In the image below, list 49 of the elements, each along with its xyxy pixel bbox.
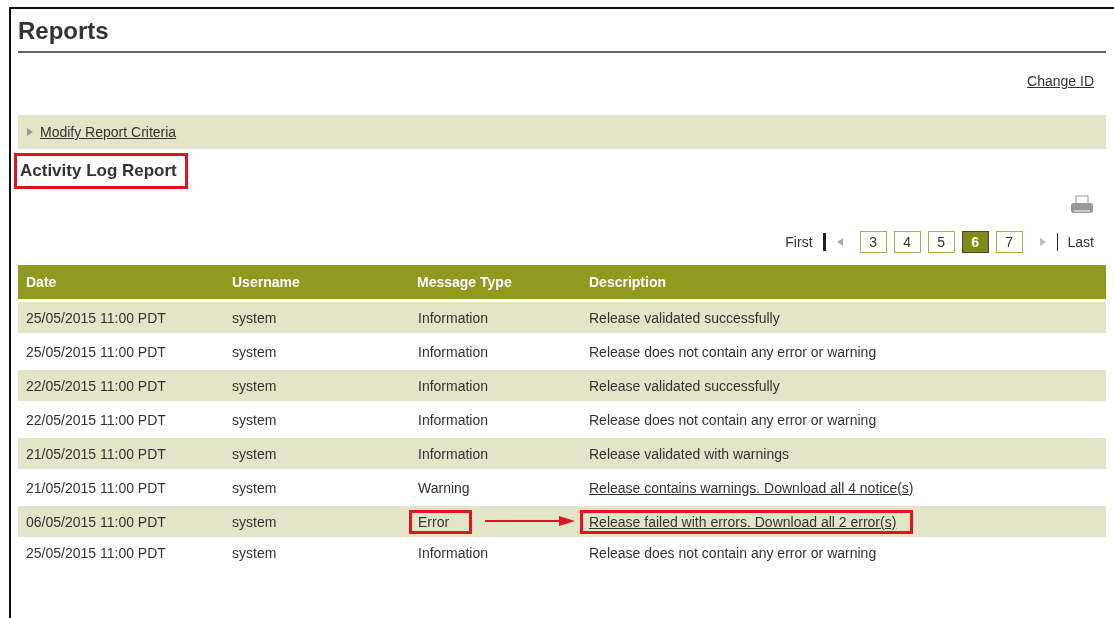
message-type-cell-text: Information [417,308,490,328]
date-cell: 06/05/2015 11:00 PDT [26,513,166,530]
last-page-link[interactable]: Last [1067,234,1094,250]
modify-criteria-link[interactable]: Modify Report Criteria [40,124,177,140]
description-cell: Release does not contain any error or warning [589,411,877,428]
username-cell: system [232,411,277,428]
download-link[interactable]: Release failed with errors. Download all 2 error(s) [580,509,914,534]
description-cell: Release does not contain any error or warning [589,545,877,561]
page-number[interactable]: 6 [961,231,989,253]
description-cell: Release validated successfully [589,309,780,326]
message-type-cell: Error [409,509,473,534]
description-cell: Release validated successfully [589,377,780,394]
date-cell: 21/05/2015 11:00 PDT [26,445,166,462]
username-cell: system [232,343,277,360]
date-cell: 22/05/2015 11:00 PDT [26,411,166,428]
date-cell: 21/05/2015 11:00 PDT [26,479,166,496]
column-header: Description [581,265,1106,301]
username-cell: system [232,545,277,561]
username-cell: system [232,377,277,394]
page-number[interactable]: 3 [859,231,887,253]
download-link[interactable]: Release contains warnings. Download all 4 notice(s) [580,475,931,500]
message-type-cell-text: Warning [417,478,471,498]
change-id-link[interactable]: Change ID [1027,73,1094,99]
date-cell: 22/05/2015 11:00 PDT [26,377,166,394]
date-cell: 25/05/2015 11:00 PDT [26,545,166,561]
page-number[interactable]: 4 [893,231,921,253]
username-cell: system [232,445,277,462]
message-type-cell-text: Information [417,544,490,563]
message-type-cell-text: Information [417,410,490,430]
report-title: Activity Log Report [14,153,188,189]
previous-page-icon[interactable] [835,237,844,247]
message-type-cell-text: Information [417,376,490,396]
first-page-link[interactable]: First [785,234,813,250]
date-cell: 25/05/2015 11:00 PDT [26,343,166,360]
username-cell: system [232,513,277,530]
column-header: Message Type [409,265,581,301]
page-number[interactable]: 5 [927,231,955,253]
message-type-cell-text: Information [417,444,490,464]
date-cell: 25/05/2015 11:00 PDT [26,309,166,326]
next-page-icon[interactable] [1038,237,1047,247]
description-cell: Release validated with warnings [589,445,789,462]
column-header: Username [224,265,409,301]
username-cell: system [232,479,277,496]
page-number[interactable]: 7 [995,231,1023,253]
message-type-cell-text: Information [417,342,490,362]
page-title: Reports [18,9,1106,53]
column-header: Date [18,265,224,301]
username-cell: system [232,309,277,326]
description-cell: Release does not contain any error or warning [589,343,877,360]
